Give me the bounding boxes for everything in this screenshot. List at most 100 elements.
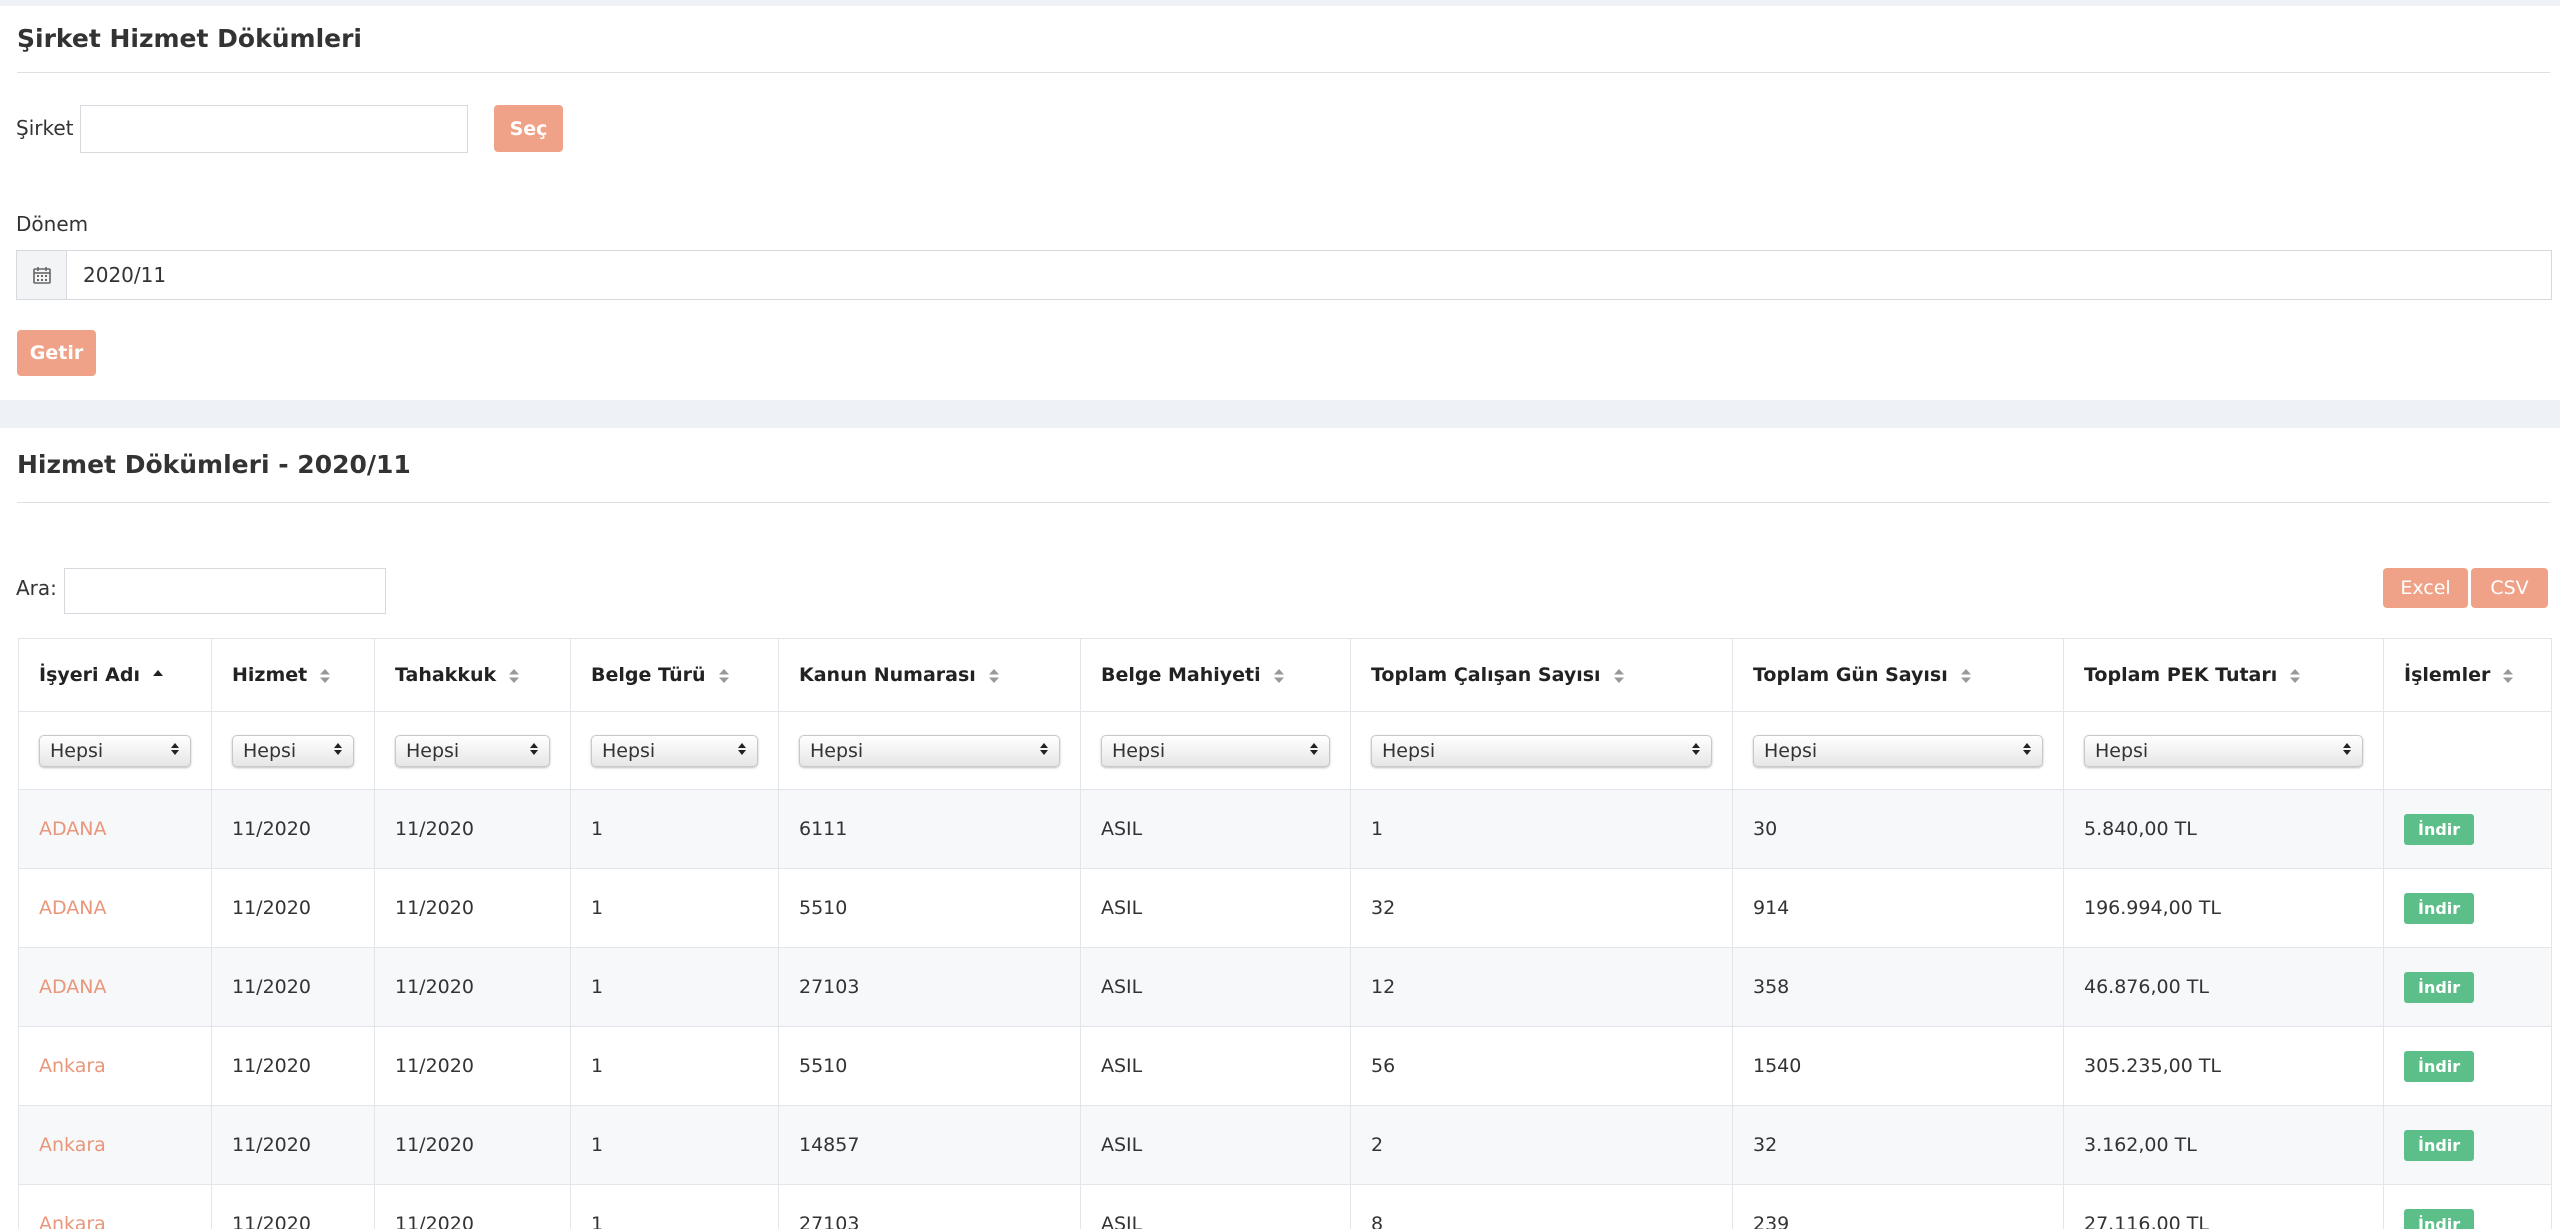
- table-row: ADANA 11/2020 11/2020 1 27103 ASIL 12 358 46.876…: [18, 947, 2552, 1027]
- select-company-button[interactable]: Seç: [494, 105, 563, 152]
- cell-days: 358: [1732, 947, 2064, 1027]
- cell-pek: 196.994,00 TL: [2063, 868, 2384, 948]
- sort-ascending-icon[interactable]: [152, 668, 164, 684]
- filter-cell-isyeri-adi: Hepsi: [18, 711, 212, 790]
- updown-arrows-icon: [1309, 740, 1319, 762]
- updown-arrows-icon: [737, 740, 747, 762]
- sort-icon[interactable]: [1613, 668, 1625, 684]
- workplace-link[interactable]: ADANA: [39, 818, 107, 840]
- download-button[interactable]: İndir: [2404, 1129, 2475, 1161]
- filter-select-value: Hepsi: [50, 739, 104, 762]
- sort-icon[interactable]: [2502, 668, 2514, 684]
- download-button[interactable]: İndir: [2404, 1208, 2475, 1229]
- download-button[interactable]: İndir: [2404, 892, 2475, 924]
- column-header-label: Tahakkuk: [395, 664, 497, 686]
- cell-employees: 8: [1350, 1184, 1733, 1229]
- cell-doc_nature: ASIL: [1080, 1184, 1351, 1229]
- column-header-islemler[interactable]: İşlemler: [2383, 638, 2552, 712]
- download-button[interactable]: İndir: [2404, 971, 2475, 1003]
- filter-select-value: Hepsi: [810, 739, 864, 762]
- column-header-isyeri-adi[interactable]: İşyeri Adı: [18, 638, 212, 712]
- column-header-toplam-gun-sayisi[interactable]: Toplam Gün Sayısı: [1732, 638, 2064, 712]
- cell-service: 11/2020: [211, 789, 375, 869]
- cell-accrual: 11/2020: [374, 947, 571, 1027]
- cell-days: 239: [1732, 1184, 2064, 1229]
- cell-doc_nature: ASIL: [1080, 1026, 1351, 1106]
- cell-law_no: 27103: [778, 947, 1081, 1027]
- calendar-icon[interactable]: [17, 251, 67, 299]
- cell-days: 30: [1732, 789, 2064, 869]
- workplace-link[interactable]: Ankara: [39, 1134, 106, 1156]
- cell-pek: 46.876,00 TL: [2063, 947, 2384, 1027]
- search-input[interactable]: [64, 568, 386, 614]
- sort-icon[interactable]: [508, 668, 520, 684]
- download-button[interactable]: İndir: [2404, 813, 2475, 845]
- filter-select-value: Hepsi: [1112, 739, 1166, 762]
- sort-icon[interactable]: [988, 668, 1000, 684]
- sort-icon[interactable]: [718, 668, 730, 684]
- excel-export-button[interactable]: Excel: [2383, 568, 2468, 608]
- fetch-button[interactable]: Getir: [17, 330, 96, 376]
- filter-select-toplam-pek-tutari[interactable]: Hepsi: [2084, 734, 2363, 767]
- column-header-label: Toplam PEK Tutarı: [2084, 664, 2278, 686]
- cell-law_no: 6111: [778, 789, 1081, 869]
- period-date-picker[interactable]: 2020/11: [16, 250, 2552, 300]
- workplace-link[interactable]: Ankara: [39, 1213, 106, 1229]
- results-divider: [17, 502, 2550, 503]
- column-header-belge-turu[interactable]: Belge Türü: [570, 638, 779, 712]
- filter-select-belge-mahiyeti[interactable]: Hepsi: [1101, 734, 1330, 767]
- column-header-label: Belge Mahiyeti: [1101, 664, 1261, 686]
- cell-workplace: ADANA: [18, 789, 212, 869]
- cell-doc_type: 1: [570, 1184, 779, 1229]
- service-records-table: İşyeri Adı Hizmet Tahakkuk Belge Türü Kanun …: [18, 638, 2552, 1229]
- table-row: Ankara 11/2020 11/2020 1 5510 ASIL 56 1540 305.2…: [18, 1026, 2552, 1106]
- column-header-toplam-calisan-sayisi[interactable]: Toplam Çalışan Sayısı: [1350, 638, 1733, 712]
- sort-icon[interactable]: [1960, 668, 1972, 684]
- workplace-link[interactable]: ADANA: [39, 897, 107, 919]
- cell-workplace: Ankara: [18, 1105, 212, 1185]
- filter-cell-hizmet: Hepsi: [211, 711, 375, 790]
- cell-law_no: 27103: [778, 1184, 1081, 1229]
- search-label: Ara:: [16, 576, 57, 600]
- sort-icon[interactable]: [2289, 668, 2301, 684]
- cell-service: 11/2020: [211, 1105, 375, 1185]
- table-filter-row: Hepsi Hepsi Hepsi Hepsi Hepsi Hepsi Hepsi Hepsi…: [18, 711, 2552, 790]
- title-divider: [17, 72, 2550, 73]
- filter-select-belge-turu[interactable]: Hepsi: [591, 734, 758, 767]
- filter-select-hizmet[interactable]: Hepsi: [232, 734, 354, 767]
- updown-arrows-icon: [1039, 740, 1049, 762]
- company-input[interactable]: [80, 105, 468, 153]
- column-header-label: Belge Türü: [591, 664, 706, 686]
- sort-icon[interactable]: [1273, 668, 1285, 684]
- filter-select-isyeri-adi[interactable]: Hepsi: [39, 734, 191, 767]
- cell-law_no: 14857: [778, 1105, 1081, 1185]
- workplace-link[interactable]: ADANA: [39, 976, 107, 998]
- cell-employees: 56: [1350, 1026, 1733, 1106]
- csv-export-button[interactable]: CSV: [2471, 568, 2548, 608]
- column-header-tahakkuk[interactable]: Tahakkuk: [374, 638, 571, 712]
- filter-select-toplam-calisan-sayisi[interactable]: Hepsi: [1371, 734, 1712, 767]
- column-header-kanun-numarasi[interactable]: Kanun Numarası: [778, 638, 1081, 712]
- filter-select-kanun-numarasi[interactable]: Hepsi: [799, 734, 1060, 767]
- cell-pek: 27.116,00 TL: [2063, 1184, 2384, 1229]
- download-button[interactable]: İndir: [2404, 1050, 2475, 1082]
- sort-icon[interactable]: [319, 668, 331, 684]
- results-card: Hizmet Dökümleri - 2020/11 Ara: Excel CS…: [0, 428, 2560, 1229]
- cell-employees: 12: [1350, 947, 1733, 1027]
- column-header-label: Hizmet: [232, 664, 308, 686]
- column-header-belge-mahiyeti[interactable]: Belge Mahiyeti: [1080, 638, 1351, 712]
- column-header-hizmet[interactable]: Hizmet: [211, 638, 375, 712]
- filter-select-toplam-gun-sayisi[interactable]: Hepsi: [1753, 734, 2043, 767]
- cell-doc_type: 1: [570, 868, 779, 948]
- updown-arrows-icon: [1691, 740, 1701, 762]
- filter-select-tahakkuk[interactable]: Hepsi: [395, 734, 550, 767]
- filter-card: Şirket Hizmet Dökümleri Şirket Seç Dönem…: [0, 6, 2560, 400]
- workplace-link[interactable]: Ankara: [39, 1055, 106, 1077]
- cell-pek: 3.162,00 TL: [2063, 1105, 2384, 1185]
- cell-actions: İndir: [2383, 1026, 2552, 1106]
- cell-days: 1540: [1732, 1026, 2064, 1106]
- column-header-toplam-pek-tutari[interactable]: Toplam PEK Tutarı: [2063, 638, 2384, 712]
- table-body: ADANA 11/2020 11/2020 1 6111 ASIL 1 30 5.840,00 …: [18, 789, 2552, 1229]
- period-value[interactable]: 2020/11: [67, 251, 2551, 299]
- filter-select-value: Hepsi: [1764, 739, 1818, 762]
